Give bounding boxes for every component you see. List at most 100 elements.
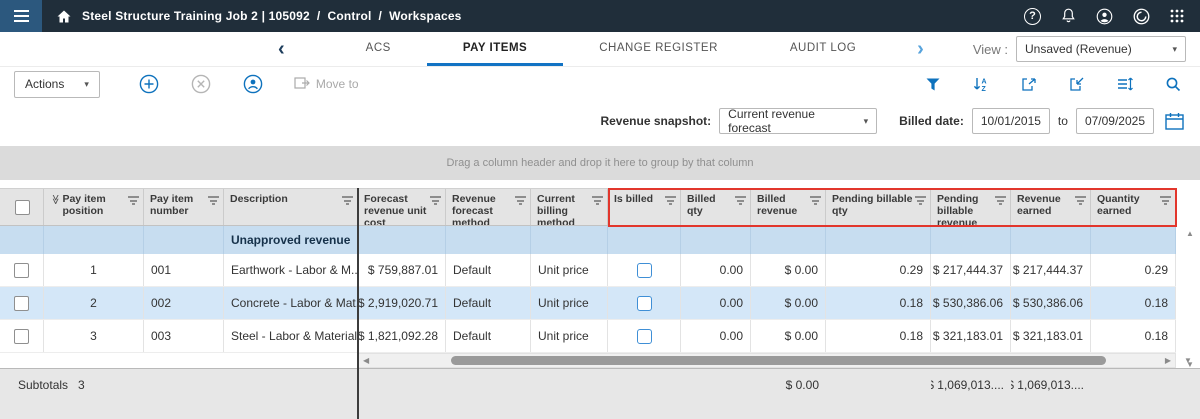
scroll-right-icon[interactable]: ▶ [1165,356,1171,365]
column-filter-icon[interactable] [810,195,821,205]
apps-grid-icon[interactable] [1170,9,1184,23]
vertical-scrollbar[interactable]: ▲ ▼ [1181,229,1199,369]
table-row[interactable]: 3 003 Steel - Labor & Material $ 1,821,0… [0,320,1176,353]
cell-quantity-earned: 0.18 [1091,320,1176,352]
move-to-button[interactable]: Move to [294,76,359,93]
column-header-quantity-earned[interactable]: Quantity earned [1091,189,1176,225]
tab-change-register[interactable]: CHANGE REGISTER [563,32,754,66]
column-label: Billed revenue [757,193,808,217]
column-header-revenue-earned[interactable]: Revenue earned [1011,189,1091,225]
tabs-scroll-left-icon[interactable]: ‹ [278,32,285,66]
is-billed-checkbox[interactable] [637,263,652,278]
table-header-row: ≫ Pay item position Pay item number Desc… [0,188,1176,226]
cell-billed-revenue: $ 0.00 [751,254,826,286]
column-settings-icon[interactable] [1112,72,1138,96]
row-select-checkbox[interactable] [0,254,44,286]
column-filter-icon[interactable] [342,195,353,205]
cell-revenue-earned: $ 321,183.01 [1011,320,1091,352]
account-icon[interactable] [1096,8,1113,25]
revenue-snapshot-select[interactable]: Current revenue forecast ▾ [719,108,877,134]
scroll-down-icon[interactable]: ▼ [1186,360,1194,369]
add-row-icon[interactable] [136,71,162,97]
horizontal-scrollbar-thumb[interactable] [451,356,1106,365]
column-filter-icon[interactable] [592,195,603,205]
column-filter-icon[interactable] [1075,195,1086,205]
subtotals-count: 3 [78,378,85,392]
tab-audit-log[interactable]: AUDIT LOG [754,32,892,66]
home-icon[interactable] [56,9,72,24]
billed-date-from-input[interactable]: 10/01/2015 [972,108,1050,134]
view-label: View : [973,42,1008,57]
view-select[interactable]: Unsaved (Revenue) ▾ [1016,36,1186,62]
is-billed-checkbox[interactable] [637,296,652,311]
cell-description: Steel - Labor & Material [224,320,358,352]
is-billed-checkbox[interactable] [637,329,652,344]
breadcrumb-separator: / [379,9,383,23]
cell-billed-qty: 0.00 [681,254,751,286]
column-label: Pay item position [62,193,126,217]
table-row[interactable]: 2 002 Concrete - Labor & Mat... $ 2,919,… [0,287,1176,320]
calendar-icon[interactable] [1162,109,1186,133]
billed-date-to-input[interactable]: 07/09/2025 [1076,108,1154,134]
column-header-description[interactable]: Description [224,189,358,225]
notifications-bell-icon[interactable] [1061,8,1076,24]
brand-logo-icon[interactable] [1133,8,1150,25]
tab-acs[interactable]: ACS [330,32,427,66]
actions-button[interactable]: Actions ▾ [14,71,100,98]
column-header-pending-billable-qty[interactable]: Pending billable qty [826,189,931,225]
breadcrumb[interactable]: Steel Structure Training Job 2 | 105092 … [82,9,462,23]
tab-pay-items[interactable]: PAY ITEMS [427,32,563,66]
export-icon[interactable] [1016,72,1042,96]
checkbox[interactable] [14,263,29,278]
tabs-scroll-right-icon[interactable]: › [917,32,924,66]
column-label: Forecast revenue unit cost [364,193,428,225]
breadcrumb-project[interactable]: Steel Structure Training Job 2 | 105092 [82,9,310,23]
hamburger-menu-icon[interactable] [0,0,42,32]
breadcrumb-control[interactable]: Control [327,9,371,23]
select-all-checkbox[interactable] [0,189,44,225]
checkbox[interactable] [14,329,29,344]
column-filter-icon[interactable] [515,195,526,205]
horizontal-scrollbar[interactable]: ◀ ▶ [358,353,1176,368]
billed-date-to-value: 07/09/2025 [1085,114,1145,128]
checkbox[interactable] [15,200,30,215]
row-select-checkbox[interactable] [0,287,44,319]
filter-icon[interactable] [920,72,946,96]
cell-is-billed [608,254,681,286]
help-icon[interactable]: ? [1024,8,1041,25]
column-filter-icon[interactable] [1160,195,1171,205]
sort-az-icon[interactable]: AZ [968,72,994,96]
cancel-icon[interactable] [188,71,214,97]
column-header-revenue-forecast-method[interactable]: Revenue forecast method [446,189,531,225]
column-filter-icon[interactable] [665,195,676,205]
column-header-is-billed[interactable]: Is billed [608,189,681,225]
table-row[interactable]: 1 001 Earthwork - Labor & M... $ 759,887… [0,254,1176,287]
group-row-unapproved-revenue[interactable]: Unapproved revenue [0,226,1176,254]
column-header-billed-revenue[interactable]: Billed revenue [751,189,826,225]
scroll-up-icon[interactable]: ▲ [1186,229,1194,238]
column-filter-icon[interactable] [128,195,139,205]
tabs: ACS PAY ITEMS CHANGE REGISTER AUDIT LOG [330,32,893,66]
column-header-forecast-revenue-unit-cost[interactable]: Forecast revenue unit cost [358,189,446,225]
chevron-down-icon: ▾ [84,79,89,90]
column-header-pending-billable-revenue[interactable]: Pending billable revenue [931,189,1011,225]
column-filter-icon[interactable] [915,195,926,205]
search-icon[interactable] [1160,72,1186,96]
assign-user-icon[interactable] [240,71,266,97]
cell-current-billing-method: Unit price [531,287,608,319]
cell-quantity-earned: 0.18 [1091,287,1176,319]
column-filter-icon[interactable] [430,195,441,205]
import-icon[interactable] [1064,72,1090,96]
column-filter-icon[interactable] [995,195,1006,205]
column-header-pay-item-number[interactable]: Pay item number [144,189,224,225]
group-by-drop-zone[interactable]: Drag a column header and drop it here to… [0,146,1200,180]
column-header-billed-qty[interactable]: Billed qty [681,189,751,225]
column-filter-icon[interactable] [208,195,219,205]
row-select-checkbox[interactable] [0,320,44,352]
checkbox[interactable] [14,296,29,311]
column-filter-icon[interactable] [735,195,746,205]
scroll-left-icon[interactable]: ◀ [363,356,369,365]
breadcrumb-workspaces[interactable]: Workspaces [389,9,461,23]
column-header-current-billing-method[interactable]: Current billing method [531,189,608,225]
column-header-pay-item-position[interactable]: ≫ Pay item position [44,189,144,225]
